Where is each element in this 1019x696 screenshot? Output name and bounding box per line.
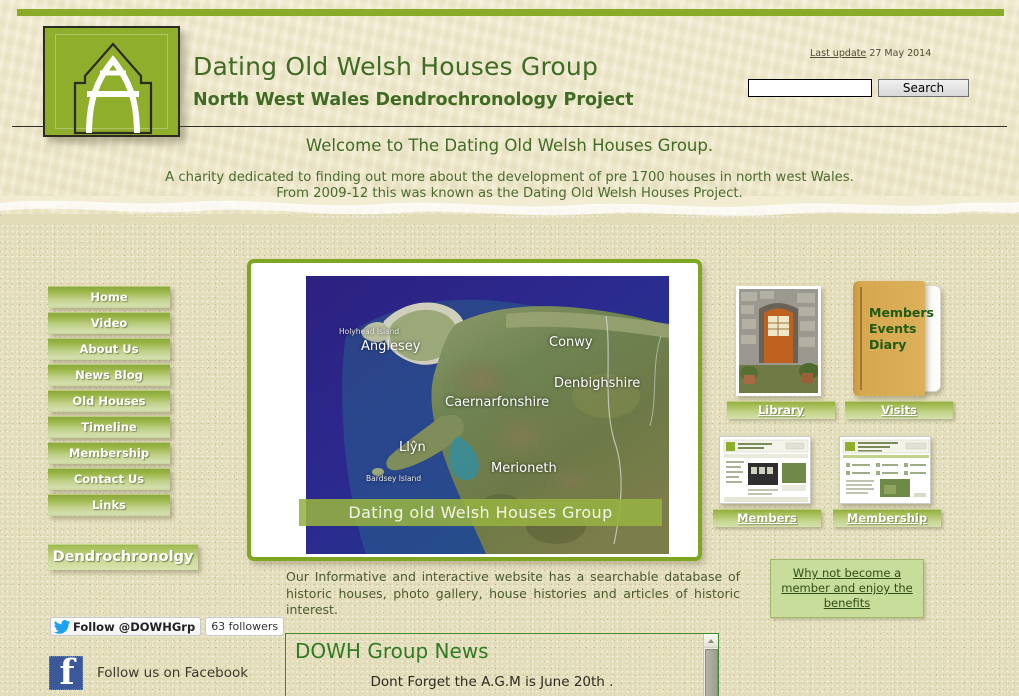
twitter-followers-count[interactable]: 63 followers	[205, 617, 285, 636]
sidebar-nav: Home Video About Us News Blog Old Houses…	[48, 286, 170, 520]
site-title: Dating Old Welsh Houses Group	[193, 52, 599, 81]
sidebar-item-membership[interactable]: Membership	[48, 442, 170, 464]
become-member-line-1: Why not become a	[792, 566, 902, 580]
tile-members-label[interactable]: Members	[713, 509, 821, 527]
twitter-follow-widget: Follow @DOWHGrp 63 followers	[50, 617, 285, 636]
sidebar-item-dendrochronology[interactable]: Dendrochronolgy	[48, 544, 198, 570]
site-logo[interactable]	[43, 26, 180, 137]
membership-screenshot	[840, 437, 930, 503]
members-page-thumbnail[interactable]	[719, 436, 811, 504]
tile-members[interactable]: Members	[713, 436, 821, 527]
sidebar-item-timeline[interactable]: Timeline	[48, 416, 170, 438]
last-update-stamp: Last update 27 May 2014	[810, 48, 931, 59]
book-cover: Members Events Diary	[853, 281, 934, 396]
facebook-follow-label: Follow us on Facebook	[97, 665, 249, 681]
members-events-diary-book-icon[interactable]: Members Events Diary	[853, 281, 941, 396]
tile-library-label[interactable]: Library	[727, 401, 835, 419]
content-region: Home Video About Us News Blog Old Houses…	[0, 214, 1019, 696]
old-doorway-photo	[739, 289, 819, 393]
search-area: Search	[748, 79, 969, 97]
news-scrollbar[interactable]	[703, 634, 718, 696]
book-text: Members Events Diary	[869, 305, 934, 353]
become-member-line-2: member and enjoy the	[781, 581, 913, 595]
twitter-follow-button[interactable]: Follow @DOWHGrp	[50, 617, 202, 636]
facebook-follow-widget: f Follow us on Facebook	[49, 652, 249, 693]
news-item: Dont Forget the A.G.M is June 20th .	[370, 674, 614, 690]
sidebar-item-links[interactable]: Links	[48, 494, 170, 516]
tile-membership[interactable]: Membership	[833, 436, 941, 527]
scrollbar-thumb[interactable]	[705, 649, 718, 696]
map-panel[interactable]: Holyhead Island Anglesey Conwy Denbighsh…	[247, 259, 702, 561]
house-truss-icon	[73, 42, 153, 135]
sidebar-item-contact-us[interactable]: Contact Us	[48, 468, 170, 490]
sidebar-item-home[interactable]: Home	[48, 286, 170, 308]
sidebar-item-old-houses[interactable]: Old Houses	[48, 390, 170, 412]
search-input[interactable]	[748, 79, 872, 97]
header-region: Dating Old Welsh Houses Group North West…	[0, 0, 1019, 214]
facebook-icon[interactable]: f	[49, 652, 83, 693]
facebook-glyph: f	[59, 652, 75, 693]
members-screenshot	[720, 437, 810, 503]
news-panel-title: DOWH Group News	[295, 639, 489, 663]
site-description-paragraph: Our Informative and interactive website …	[286, 569, 740, 617]
scroll-up-arrow-icon[interactable]	[704, 634, 718, 648]
tile-membership-label[interactable]: Membership	[833, 509, 941, 527]
book-line-3: Diary	[869, 337, 907, 352]
map-caption: Dating old Welsh Houses Group	[299, 499, 662, 526]
twitter-bird-icon	[54, 619, 70, 634]
tile-visits[interactable]: Members Events Diary Visits	[845, 281, 953, 419]
book-spine	[860, 287, 862, 390]
news-panel: DOWH Group News Dont Forget the A.G.M is…	[285, 633, 719, 696]
book-line-2: Events	[869, 321, 917, 336]
top-accent-bar	[17, 9, 1004, 16]
become-member-link[interactable]: Why not become a member and enjoy the be…	[770, 559, 924, 618]
welcome-heading: Welcome to The Dating Old Welsh Houses G…	[305, 136, 714, 155]
search-button[interactable]: Search	[878, 79, 969, 97]
sidebar-item-video[interactable]: Video	[48, 312, 170, 334]
twitter-follow-label: Follow @DOWHGrp	[73, 619, 196, 634]
charity-line-1: A charity dedicated to finding out more …	[165, 170, 854, 185]
library-thumbnail[interactable]	[736, 286, 821, 396]
last-update-value: 27 May 2014	[869, 48, 932, 59]
page-root: Dating Old Welsh Houses Group North West…	[0, 0, 1019, 696]
membership-page-thumbnail[interactable]	[839, 436, 931, 504]
charity-line-2: From 2009-12 this was known as the Datin…	[276, 186, 743, 201]
site-subtitle: North West Wales Dendrochronology Projec…	[193, 90, 634, 110]
tile-visits-label[interactable]: Visits	[845, 401, 953, 419]
become-member-line-3: benefits	[823, 596, 871, 610]
last-update-label: Last update	[810, 48, 867, 59]
sidebar-item-news-blog[interactable]: News Blog	[48, 364, 170, 386]
book-line-1: Members	[869, 305, 934, 320]
charity-description: A charity dedicated to finding out more …	[0, 170, 1019, 202]
sidebar-item-about-us[interactable]: About Us	[48, 338, 170, 360]
tile-library[interactable]: Library	[727, 286, 835, 419]
